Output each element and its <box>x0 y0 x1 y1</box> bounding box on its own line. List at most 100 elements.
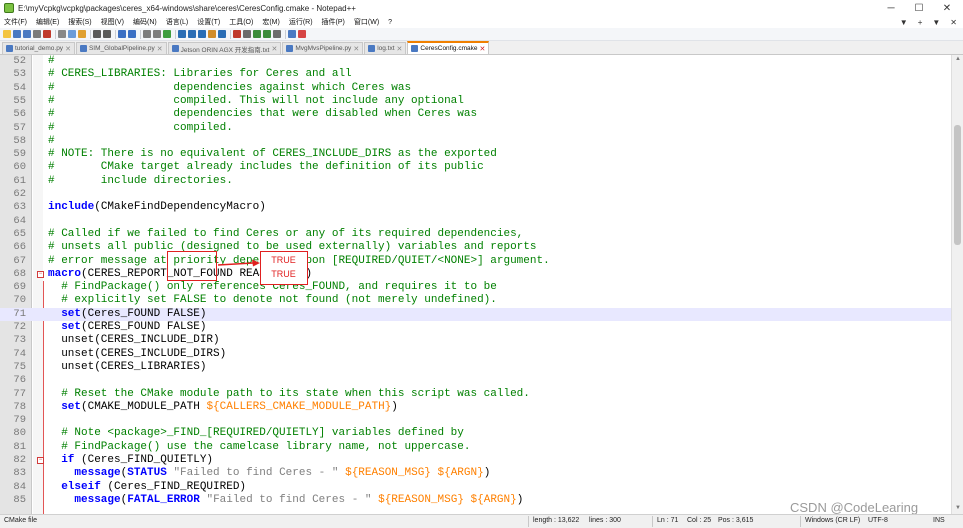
code-line[interactable]: 59 # NOTE: There is no equivalent of CERE… <box>0 148 951 161</box>
tab-close-icon[interactable]: ✕ <box>157 45 163 53</box>
code-line[interactable]: 70 # explicitly set FALSE to denote not … <box>0 294 951 307</box>
code-line[interactable]: 75 unset(CERES_LIBRARIES) <box>0 361 951 374</box>
code-line[interactable]: 71 set(Ceres_FOUND FALSE) <box>0 307 951 321</box>
fold-toggle-icon[interactable]: − <box>37 270 44 278</box>
replace-icon[interactable] <box>153 30 161 38</box>
code-line[interactable]: 72 set(CERES_FOUND FALSE) <box>0 321 951 334</box>
record-macro-icon[interactable] <box>233 30 241 38</box>
open-file-icon[interactable] <box>13 30 21 38</box>
code-line[interactable]: 73 unset(CERES_INCLUDE_DIR) <box>0 334 951 347</box>
tab-close-icon[interactable]: ✕ <box>397 45 403 53</box>
code-line[interactable]: 63 include(CMakeFindDependencyMacro) <box>0 201 951 214</box>
show-all-icon[interactable] <box>198 30 206 38</box>
tab-close-icon[interactable]: ✕ <box>353 45 359 53</box>
document-tab[interactable]: MvgMvsPipeline.py ✕ <box>282 42 364 54</box>
code-line[interactable]: 53 # CERES_LIBRARIES: Libraries for Ceres… <box>0 68 951 81</box>
document-tab[interactable]: tutorial_demo.py ✕ <box>2 42 75 54</box>
code-line[interactable]: 79 <box>0 414 951 427</box>
abc-icon[interactable] <box>298 30 306 38</box>
vertical-scrollbar[interactable]: ▲ ▼ <box>951 55 963 514</box>
copy-icon[interactable] <box>93 30 101 38</box>
wrap-icon[interactable] <box>188 30 196 38</box>
code-line[interactable]: 77 # Reset the CMake module path to its … <box>0 388 951 401</box>
save-icon[interactable] <box>23 30 31 38</box>
paste-icon[interactable] <box>103 30 111 38</box>
menu-item[interactable]: 插件(P) <box>322 17 345 27</box>
code-line[interactable]: 60 # CMake target already includes the de… <box>0 161 951 174</box>
code-line[interactable]: 64 <box>0 215 951 228</box>
code-line[interactable]: 69 # FindPackage() only references Ceres… <box>0 281 951 294</box>
code-line[interactable]: 55 # compiled. This will not include any … <box>0 95 951 108</box>
print-icon[interactable] <box>68 30 76 38</box>
undo-icon[interactable] <box>118 30 126 38</box>
menu-control-button[interactable]: + <box>918 18 923 27</box>
tab-close-icon[interactable]: ✕ <box>65 45 71 53</box>
fold-toggle-icon[interactable]: − <box>37 457 44 464</box>
indent-guide-icon[interactable] <box>208 30 216 38</box>
tab-close-icon[interactable]: ✕ <box>271 45 277 53</box>
menu-item[interactable]: 编码(N) <box>133 17 157 27</box>
menu-control-button[interactable]: ✕ <box>950 18 957 27</box>
code-line[interactable]: 65 # Called if we failed to find Ceres or… <box>0 228 951 241</box>
code-line[interactable]: 74 unset(CERES_INCLUDE_DIRS) <box>0 348 951 361</box>
document-tab[interactable]: Jetson ORIN AGX 开发指南.txt ✕ <box>167 42 282 54</box>
close-icon[interactable] <box>43 30 51 38</box>
line-number: 75 <box>13 360 26 373</box>
code-line[interactable]: 61 # include directories. <box>0 175 951 188</box>
menu-item[interactable]: 文件(F) <box>4 17 27 27</box>
editor-area[interactable]: 52 #53 # CERES_LIBRARIES: Libraries for Ce… <box>0 55 951 514</box>
scroll-up-icon[interactable]: ▲ <box>954 56 962 64</box>
close-window-button[interactable]: ✕ <box>933 0 961 16</box>
code-line[interactable]: 78 set(CMAKE_MODULE_PATH ${CALLERS_CMAKE… <box>0 401 951 414</box>
menu-control-button[interactable]: ▼ <box>900 18 908 27</box>
menu-item[interactable]: 设置(T) <box>197 17 220 27</box>
code-line[interactable]: 68− macro(CERES_REPORT_NOT_FOUND REASON_M… <box>0 268 951 281</box>
document-tab[interactable]: CeresConfig.cmake ✕ <box>407 41 490 54</box>
code-line[interactable]: 52 # <box>0 55 951 68</box>
document-tab[interactable]: log.txt ✕ <box>364 42 407 54</box>
menu-item[interactable]: 搜索(S) <box>68 17 91 27</box>
code-line[interactable]: 67# error message at priority depending … <box>0 255 951 268</box>
code-line[interactable]: 62 <box>0 188 951 201</box>
save-macro-icon[interactable] <box>273 30 281 38</box>
stop-macro-icon[interactable] <box>243 30 251 38</box>
menu-item[interactable]: 宏(M) <box>262 17 280 27</box>
code-line[interactable]: 82 − if (Ceres_FIND_QUIETLY) <box>0 454 951 467</box>
menu-item[interactable]: 运行(R) <box>289 17 313 27</box>
scrollbar-thumb[interactable] <box>954 125 961 245</box>
menu-item[interactable]: 编辑(E) <box>36 17 59 27</box>
code-line[interactable]: 76 <box>0 374 951 387</box>
menu-item[interactable]: 窗口(W) <box>354 17 379 27</box>
doc-map-icon[interactable] <box>218 30 226 38</box>
menu-item[interactable]: ? <box>388 19 392 26</box>
spellcheck-icon[interactable] <box>288 30 296 38</box>
close-all-icon[interactable] <box>58 30 66 38</box>
maximize-button[interactable]: ☐ <box>905 0 933 16</box>
cut-icon[interactable] <box>78 30 86 38</box>
code-line[interactable]: 57 # compiled. <box>0 122 951 135</box>
save-all-icon[interactable] <box>33 30 41 38</box>
tab-close-icon[interactable]: ✕ <box>479 45 485 53</box>
scroll-down-icon[interactable]: ▼ <box>954 505 962 513</box>
document-tab[interactable]: SIM_GlobalPipeline.py ✕ <box>75 42 167 54</box>
sync-scroll-icon[interactable] <box>178 30 186 38</box>
menu-item[interactable]: 语言(L) <box>166 17 189 27</box>
code-line[interactable]: 81 # FindPackage() use the camelcase lib… <box>0 441 951 454</box>
menu-item[interactable]: 视图(V) <box>101 17 124 27</box>
code-line[interactable]: 80 # Note <package>_FIND_[REQUIRED/QUIET… <box>0 427 951 440</box>
code-line[interactable]: 83 message(STATUS "Failed to find Ceres … <box>0 467 951 480</box>
zoom-icon[interactable] <box>163 30 171 38</box>
code-line[interactable]: 58 # <box>0 135 951 148</box>
minimize-button[interactable]: ─ <box>877 0 905 16</box>
run-macro-icon[interactable] <box>263 30 271 38</box>
menu-item[interactable]: 工具(O) <box>229 17 253 27</box>
code-line[interactable]: 84 elseif (Ceres_FIND_REQUIRED) <box>0 481 951 494</box>
find-icon[interactable] <box>143 30 151 38</box>
new-file-icon[interactable] <box>3 30 11 38</box>
code-line[interactable]: 56 # dependencies that were disabled when… <box>0 108 951 121</box>
code-line[interactable]: 66 # unsets all public (designed to be us… <box>0 241 951 254</box>
redo-icon[interactable] <box>128 30 136 38</box>
code-line[interactable]: 54 # dependencies against which Ceres was <box>0 82 951 95</box>
play-macro-icon[interactable] <box>253 30 261 38</box>
menu-control-button[interactable]: ▼ <box>932 18 940 27</box>
